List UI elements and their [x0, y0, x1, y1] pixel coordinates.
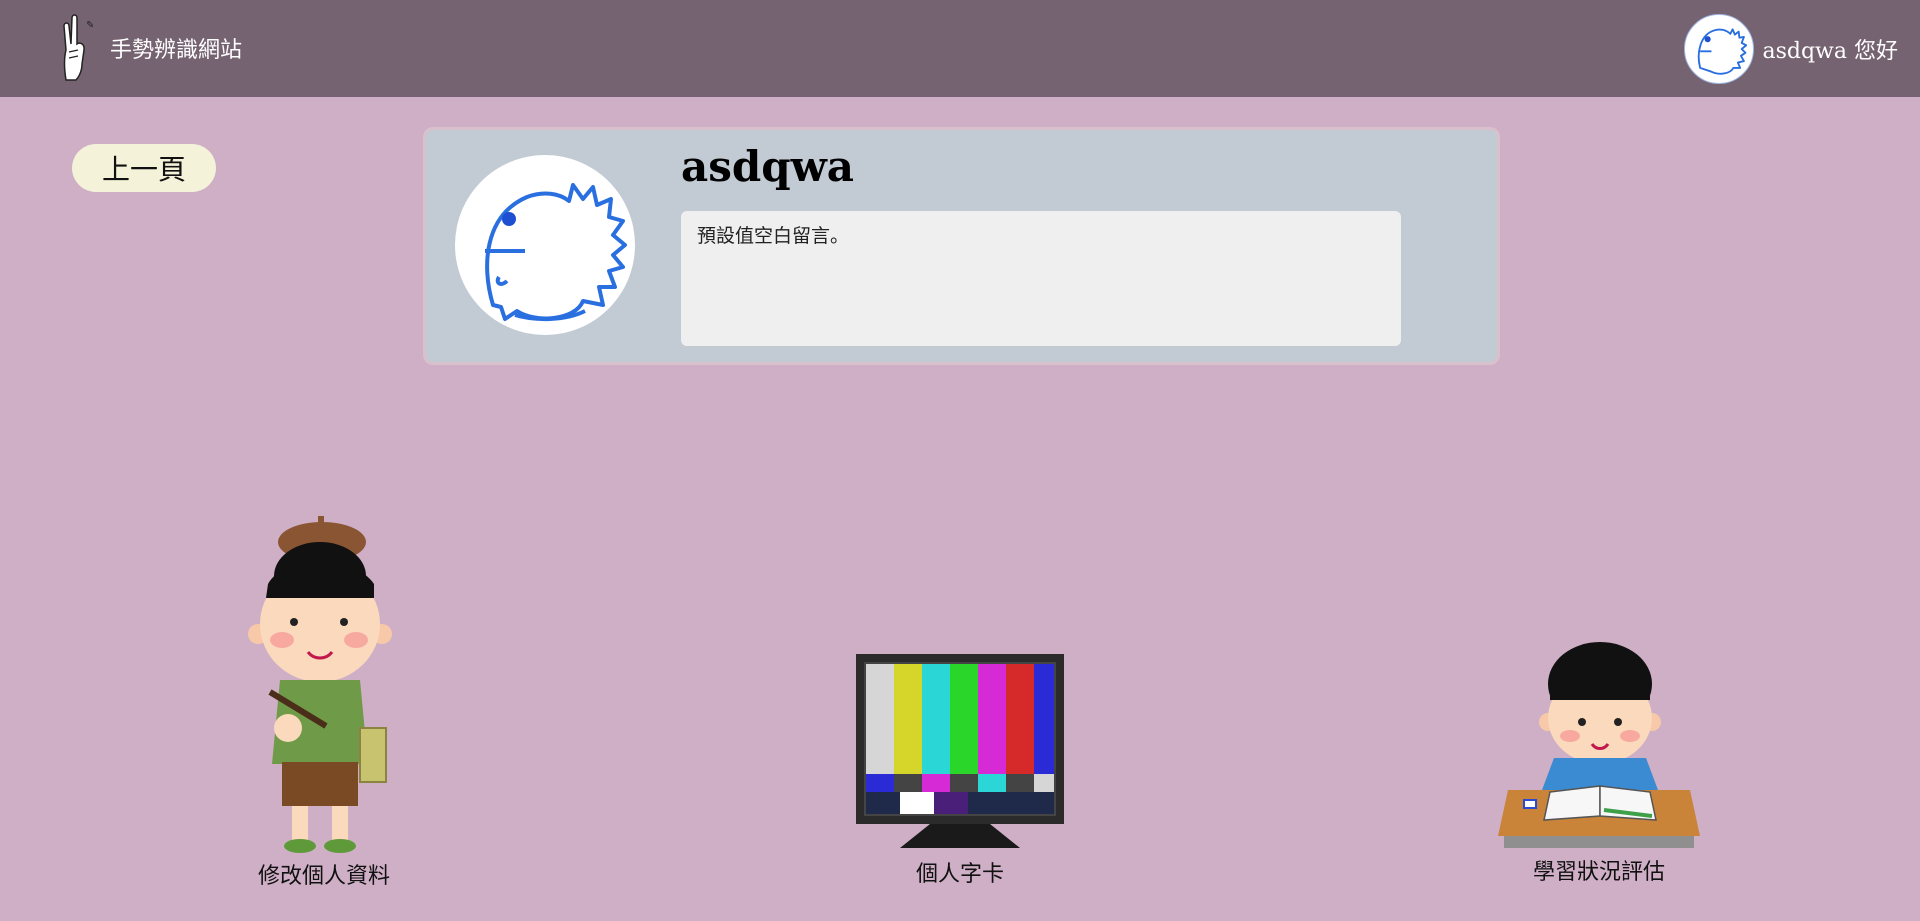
site-title: 手勢辨識網站 — [110, 38, 243, 63]
svg-text:✎: ✎ — [86, 20, 94, 31]
feature-word-cards-label: 個人字卡 — [915, 862, 1004, 887]
profile-avatar — [455, 155, 635, 335]
user-avatar[interactable] — [1684, 14, 1755, 84]
feature-edit-profile-label: 修改個人資料 — [257, 864, 390, 889]
artist-boy-illustration — [248, 516, 392, 853]
hand-gesture-logo-icon: ✎ — [58, 14, 98, 82]
tv-color-bars-illustration — [856, 654, 1064, 848]
profile-message: 預設值空白留言。 — [681, 211, 1401, 346]
profile-card: asdqwa 預設值空白留言。 — [423, 127, 1500, 365]
feature-edit-profile[interactable]: 修改個人資料 — [244, 514, 404, 890]
user-greeting: asdqwa 您好 — [1762, 39, 1898, 64]
feature-learning-status-label: 學習狀況評估 — [1532, 860, 1665, 885]
feature-word-cards[interactable]: 個人字卡 — [840, 652, 1080, 888]
back-button[interactable]: 上一頁 — [72, 144, 216, 192]
feature-learning-status[interactable]: 學習狀況評估 — [1494, 640, 1704, 886]
studying-boy-illustration — [1498, 642, 1700, 848]
top-navbar: ✎ 手勢辨識網站 asdqwa 您好 — [0, 0, 1920, 97]
dinosaur-avatar-icon — [1698, 28, 1748, 75]
profile-name: asdqwa — [681, 142, 854, 191]
dinosaur-doodle-icon — [485, 183, 627, 322]
brand-link[interactable]: ✎ 手勢辨識網站 — [58, 14, 242, 82]
user-menu[interactable]: asdqwa 您好 — [1684, 14, 1898, 84]
